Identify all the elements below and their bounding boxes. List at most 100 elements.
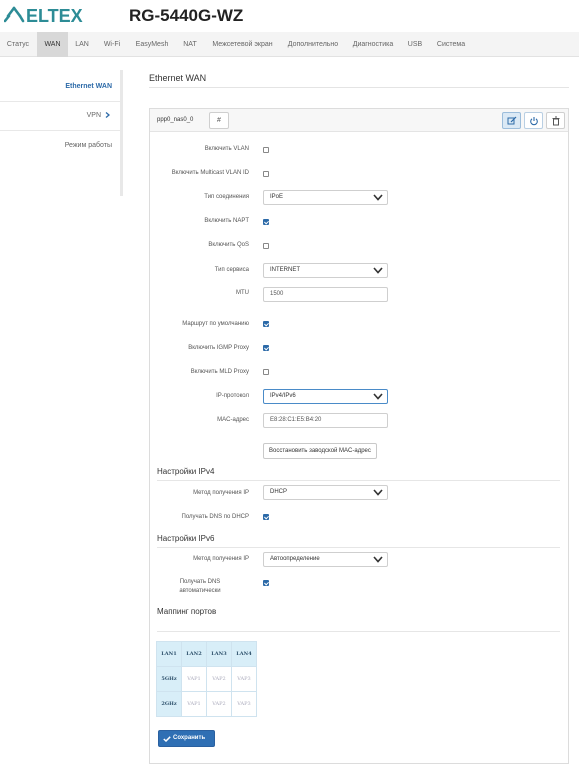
section-divider	[157, 631, 560, 632]
tab-advanced[interactable]: Дополнительно	[281, 32, 345, 57]
tab-wifi[interactable]: Wi-Fi	[96, 32, 128, 57]
edit-button[interactable]	[502, 112, 521, 129]
brand-text: ELTEX	[26, 6, 83, 26]
port-cell-lan4[interactable]: LAN4	[231, 641, 257, 667]
table-row: LAN1 LAN2 LAN3 LAN4	[156, 641, 257, 667]
port-cell-lan1[interactable]: LAN1	[156, 641, 182, 667]
tab-nat[interactable]: NAT	[176, 32, 204, 57]
conn-type-label: Тип соединения	[204, 194, 249, 200]
save-button[interactable]: Сохранить	[158, 730, 215, 747]
sidebar-item-ethernet-wan[interactable]: Ethernet WAN	[65, 83, 112, 90]
hash-button[interactable]: #	[209, 112, 229, 129]
igmp-proxy-label: Включить IGMP Proxy	[188, 345, 249, 351]
napt-checkbox[interactable]	[263, 219, 269, 225]
table-row: 5GHz VAP1 VAP2 VAP3	[156, 666, 257, 692]
napt-label: Включить NAPT	[204, 218, 249, 224]
port-cell-vap[interactable]: VAP1	[181, 691, 207, 717]
port-cell-vap[interactable]: VAP1	[181, 666, 207, 692]
chevron-right-icon	[105, 112, 111, 119]
tab-wan[interactable]: WAN	[37, 32, 68, 57]
device-model: RG-5440G-WZ	[129, 6, 244, 25]
tab-usb[interactable]: USB	[401, 32, 429, 57]
mcast-vlan-label: Включить Multicast VLAN ID	[171, 170, 249, 176]
tab-status[interactable]: Статус	[0, 32, 36, 57]
port-mapping-table: LAN1 LAN2 LAN3 LAN4 5GHz VAP1 VAP2 VAP3 …	[156, 641, 257, 717]
service-type-select[interactable]: INTERNET	[263, 263, 388, 278]
tab-easymesh[interactable]: EasyMesh	[129, 32, 175, 57]
qos-label: Включить QoS	[208, 242, 249, 248]
ipv4-method-select[interactable]: DHCP	[263, 485, 388, 500]
port-cell-lan3[interactable]: LAN3	[206, 641, 232, 667]
tab-diagnostics[interactable]: Диагностика	[346, 32, 400, 57]
conn-type-select[interactable]: IPoE	[263, 190, 388, 205]
chevron-down-icon	[373, 194, 383, 201]
section-divider	[157, 547, 560, 548]
panel-header: ppp0_nas0_0 #	[150, 109, 568, 132]
section-divider	[157, 480, 560, 481]
conn-type-value: IPoE	[270, 194, 284, 200]
ipv6-dns-label-line2: автоматически	[179, 588, 221, 594]
port-cell-vap[interactable]: VAP3	[231, 666, 257, 692]
mac-address-label: MAC-адрес	[217, 417, 249, 423]
sidebar: Ethernet WAN VPN Режим работы	[0, 70, 123, 196]
service-type-label: Тип сервиса	[214, 267, 249, 273]
wan-interface-panel: ppp0_nas0_0 # Включить VLAN Включить Mul…	[149, 108, 569, 764]
port-cell-vap[interactable]: VAP3	[231, 691, 257, 717]
ip-protocol-label: IP-протокол	[216, 393, 249, 399]
sidebar-item-label: VPN	[86, 112, 102, 119]
power-icon	[530, 117, 538, 126]
chevron-down-icon	[373, 556, 383, 563]
tab-lan[interactable]: LAN	[69, 32, 95, 57]
ipv6-method-value: Автоопределение	[270, 556, 320, 562]
mcast-vlan-checkbox[interactable]	[263, 171, 269, 177]
top-navigation: Статус WAN LAN Wi-Fi EasyMesh NAT Межсет…	[0, 32, 579, 57]
ipv6-method-select[interactable]: Автоопределение	[263, 552, 388, 567]
ip-protocol-select[interactable]: IPv4/IPv6	[263, 389, 388, 404]
eltex-logo: ELTEX	[4, 6, 83, 26]
edit-icon	[507, 116, 517, 125]
mld-proxy-checkbox[interactable]	[263, 369, 269, 375]
chevron-down-icon	[373, 267, 383, 274]
ipv4-method-label: Метод получения IP	[193, 490, 249, 496]
ipv4-dns-checkbox[interactable]	[263, 514, 269, 520]
ipv6-method-label: Метод получения IP	[193, 556, 249, 562]
sidebar-divider	[0, 130, 120, 131]
ipv4-method-value: DHCP	[270, 489, 288, 495]
page-title: Ethernet WAN	[149, 73, 207, 83]
port-cell-vap[interactable]: VAP2	[206, 666, 232, 692]
vlan-label: Включить VLAN	[204, 146, 249, 152]
vlan-checkbox[interactable]	[263, 147, 269, 153]
igmp-proxy-checkbox[interactable]	[263, 345, 269, 351]
chevron-down-icon	[373, 393, 383, 400]
port-cell-lan2[interactable]: LAN2	[181, 641, 207, 667]
tab-firewall[interactable]: Межсетевой экран	[205, 32, 280, 57]
trash-icon	[552, 116, 560, 126]
port-cell-vap[interactable]: VAP2	[206, 691, 232, 717]
ipv6-dns-label: Получать DNS автоматически	[150, 579, 250, 594]
save-button-label: Сохранить	[173, 735, 206, 741]
mac-address-input[interactable]: E8:28:C1:E5:B4:20	[263, 413, 388, 428]
ipv4-dns-label: Получать DNS по DHCP	[181, 514, 249, 520]
ipv6-dns-label-line1: Получать DNS	[179, 579, 221, 585]
header: ELTEX RG-5440G-WZ	[0, 0, 579, 32]
qos-checkbox[interactable]	[263, 243, 269, 249]
port-cell-2ghz[interactable]: 2GHz	[156, 691, 182, 717]
restore-mac-button[interactable]: Восстановить заводской MAC-адрес	[263, 443, 377, 459]
service-type-value: INTERNET	[270, 267, 300, 273]
mld-proxy-label: Включить MLD Proxy	[190, 369, 249, 375]
ipv4-section-title: Настройки IPv4	[157, 467, 215, 476]
tab-system[interactable]: Система	[430, 32, 472, 57]
sidebar-item-vpn[interactable]: VPN	[86, 112, 111, 119]
port-mapping-title: Маппинг портов	[157, 607, 217, 616]
ipv6-dns-checkbox[interactable]	[263, 580, 269, 586]
table-row: 2GHz VAP1 VAP2 VAP3	[156, 691, 257, 717]
sidebar-divider	[0, 101, 120, 102]
port-cell-5ghz[interactable]: 5GHz	[156, 666, 182, 692]
delete-button[interactable]	[546, 112, 565, 129]
mtu-label: MTU	[236, 290, 249, 296]
power-button[interactable]	[524, 112, 543, 129]
mtu-input[interactable]: 1500	[263, 287, 388, 302]
default-route-checkbox[interactable]	[263, 321, 269, 327]
interface-name: ppp0_nas0_0	[157, 117, 194, 123]
chevron-down-icon	[373, 489, 383, 496]
